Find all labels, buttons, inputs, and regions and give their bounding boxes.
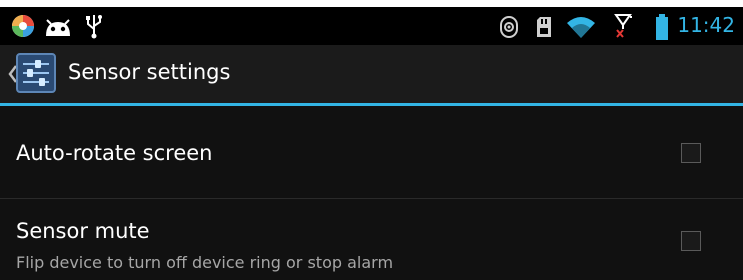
app-store-icon [12,15,34,37]
sensor-mute-checkbox[interactable] [681,231,701,251]
sd-card-icon [537,17,551,37]
auto-rotate-setting[interactable]: Auto-rotate screen [0,106,743,198]
page-title: Sensor settings [68,60,231,84]
auto-rotate-checkbox[interactable] [681,143,701,163]
sync-icon [500,16,518,38]
sensor-mute-title: Sensor mute [16,219,150,243]
sensor-mute-summary: Flip device to turn off device ring or s… [16,253,394,272]
battery-icon [656,14,668,40]
status-clock: 11:42 [677,13,735,37]
sensor-mute-setting[interactable]: Sensor mute Flip device to turn off devi… [0,199,743,280]
action-bar: Sensor settings [0,45,743,103]
status-bar: 11:42 [0,7,743,45]
cropped-caption-strip [0,0,743,7]
usb-icon [86,15,102,39]
settings-list: Auto-rotate screen Sensor mute Flip devi… [0,106,743,280]
screen: 11:42 Sensor settings Auto-rotate screen… [0,0,743,280]
wifi-icon [567,17,595,38]
android-debug-icon [46,19,70,36]
no-signal-icon [614,14,632,38]
auto-rotate-title: Auto-rotate screen [16,141,213,165]
sliders-settings-icon[interactable] [16,53,56,93]
